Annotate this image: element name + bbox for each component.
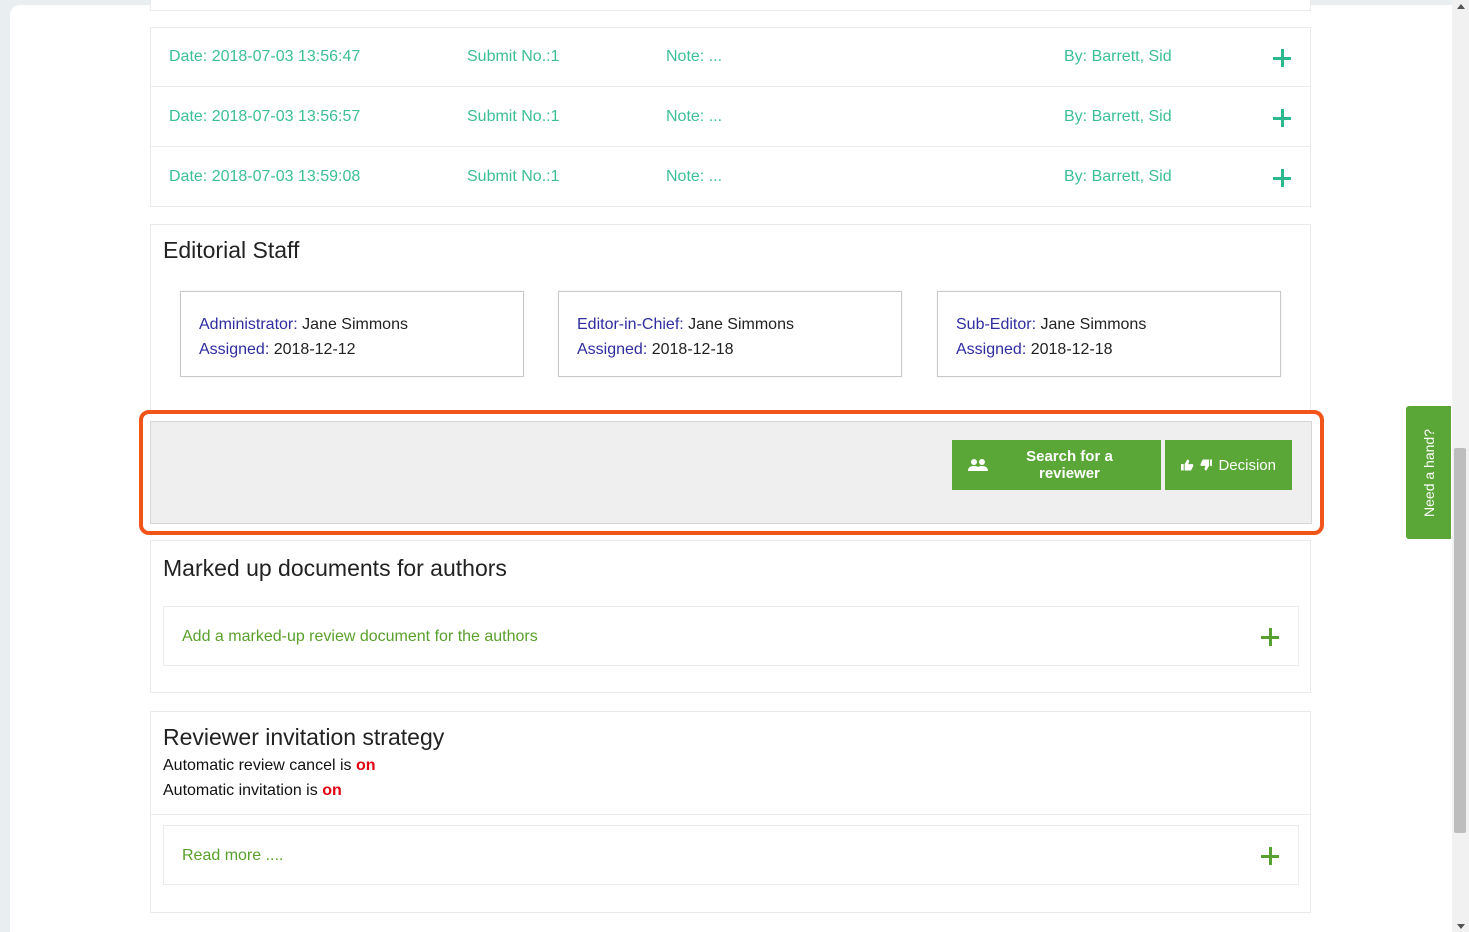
divider bbox=[151, 814, 1310, 815]
history-date: Date: 2018-07-03 13:56:57 bbox=[169, 108, 361, 125]
assigned-date: 2018-12-18 bbox=[651, 341, 734, 358]
history-note: Note: ... bbox=[666, 108, 723, 125]
assigned-date: 2018-12-12 bbox=[273, 341, 356, 358]
editorial-staff-panel: Editorial Staff Administrator: Jane Simm… bbox=[150, 224, 1311, 414]
role-label[interactable]: Administrator: bbox=[199, 316, 298, 333]
staff-card-editor-in-chief: Editor-in-Chief: Jane Simmons Assigned: … bbox=[558, 291, 902, 377]
auto-invite-status: Automatic invitation is on bbox=[163, 782, 342, 800]
read-more-link[interactable]: Read more .... bbox=[182, 847, 283, 865]
assigned-label: Assigned: bbox=[956, 341, 1027, 358]
scroll-up-arrow-icon[interactable] bbox=[1457, 4, 1465, 9]
marked-up-documents-panel: Marked up documents for authors Add a ma… bbox=[150, 540, 1311, 693]
history-submit-no: Submit No.:1 bbox=[467, 168, 560, 185]
expand-plus-icon[interactable] bbox=[1273, 49, 1291, 67]
submission-history-panel: Date: 2018-07-03 13:56:47 Submit No.:1 N… bbox=[150, 27, 1311, 207]
staff-name: Jane Simmons bbox=[302, 316, 408, 333]
staff-card-administrator: Administrator: Jane Simmons Assigned: 20… bbox=[180, 291, 524, 377]
auto-invite-label: Automatic invitation is bbox=[163, 782, 318, 799]
add-plus-icon[interactable] bbox=[1261, 628, 1279, 646]
role-label[interactable]: Sub-Editor: bbox=[956, 316, 1036, 333]
history-by: By: Barrett, Sid bbox=[1064, 108, 1172, 125]
role-label[interactable]: Editor-in-Chief: bbox=[577, 316, 684, 333]
history-date: Date: 2018-07-03 13:56:47 bbox=[169, 48, 361, 65]
assigned-date: 2018-12-18 bbox=[1030, 341, 1113, 358]
auto-cancel-status: Automatic review cancel is on bbox=[163, 757, 376, 775]
expand-plus-icon[interactable] bbox=[1261, 847, 1279, 865]
history-submit-no: Submit No.:1 bbox=[467, 48, 560, 65]
scroll-thumb[interactable] bbox=[1454, 448, 1466, 833]
scroll-down-arrow-icon[interactable] bbox=[1457, 924, 1465, 929]
auto-cancel-label: Automatic review cancel is bbox=[163, 757, 352, 774]
editorial-staff-title: Editorial Staff bbox=[163, 237, 300, 263]
assigned-label: Assigned: bbox=[199, 341, 270, 358]
history-row[interactable]: Date: 2018-07-03 13:56:47 Submit No.:1 N… bbox=[151, 28, 1310, 87]
history-row[interactable]: Date: 2018-07-03 13:59:08 Submit No.:1 N… bbox=[151, 148, 1310, 207]
assigned-label: Assigned: bbox=[577, 341, 648, 358]
auto-cancel-value: on bbox=[355, 757, 376, 774]
history-note: Note: ... bbox=[666, 48, 723, 65]
history-panel-top bbox=[150, 0, 1311, 11]
marked-up-title: Marked up documents for authors bbox=[163, 555, 507, 581]
read-more-row[interactable]: Read more .... bbox=[163, 825, 1299, 885]
reviewer-strategy-panel: Reviewer invitation strategy Automatic r… bbox=[150, 711, 1311, 913]
need-a-hand-tab[interactable]: Need a hand? bbox=[1406, 406, 1451, 539]
add-marked-up-link[interactable]: Add a marked-up review document for the … bbox=[182, 628, 538, 646]
history-row[interactable]: Date: 2018-07-03 13:56:57 Submit No.:1 N… bbox=[151, 88, 1310, 147]
staff-card-sub-editor: Sub-Editor: Jane Simmons Assigned: 2018-… bbox=[937, 291, 1281, 377]
add-marked-up-document-row[interactable]: Add a marked-up review document for the … bbox=[163, 606, 1299, 666]
need-a-hand-label: Need a hand? bbox=[1420, 428, 1437, 517]
expand-plus-icon[interactable] bbox=[1273, 109, 1291, 127]
history-by: By: Barrett, Sid bbox=[1064, 168, 1172, 185]
history-date: Date: 2018-07-03 13:59:08 bbox=[169, 168, 361, 185]
history-by: By: Barrett, Sid bbox=[1064, 48, 1172, 65]
history-note: Note: ... bbox=[666, 168, 723, 185]
history-submit-no: Submit No.:1 bbox=[467, 108, 560, 125]
strategy-title: Reviewer invitation strategy bbox=[163, 724, 445, 750]
vertical-scrollbar[interactable] bbox=[1452, 0, 1469, 932]
highlight-outline bbox=[139, 410, 1324, 535]
auto-invite-value: on bbox=[322, 782, 342, 799]
staff-name: Jane Simmons bbox=[1040, 316, 1147, 333]
expand-plus-icon[interactable] bbox=[1273, 169, 1291, 187]
staff-name: Jane Simmons bbox=[688, 316, 794, 333]
